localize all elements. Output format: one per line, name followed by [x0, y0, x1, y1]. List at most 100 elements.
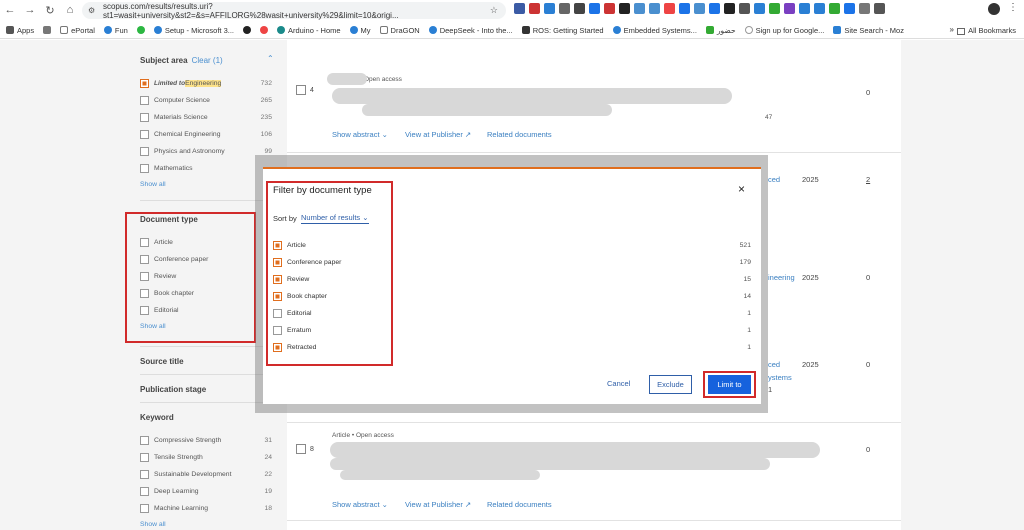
bookmark-grid[interactable] [43, 26, 52, 34]
extension-icon[interactable] [859, 3, 870, 14]
bookmark-google-signup[interactable]: Sign up for Google... [744, 26, 824, 35]
show-abstract-link[interactable]: Show abstract ⌄ [332, 130, 388, 139]
bookmark-fun[interactable]: Fun [103, 26, 128, 35]
extension-icon[interactable] [844, 3, 855, 14]
all-bookmarks[interactable]: All Bookmarks [957, 26, 1016, 35]
extension-icon[interactable] [754, 3, 765, 14]
extension-icon[interactable] [589, 3, 600, 14]
extension-icon[interactable] [784, 3, 795, 14]
subject-area-title[interactable]: Subject area Clear (1) [140, 56, 223, 65]
keyword-show-all-link[interactable]: Show all [140, 521, 166, 528]
result-checkbox[interactable] [296, 444, 306, 454]
extension-icon[interactable] [694, 3, 705, 14]
publication-stage-section[interactable]: Publication stage [140, 385, 206, 394]
source-fragment[interactable]: ced [768, 175, 780, 184]
address-bar[interactable]: ⚙ scopus.com/results/results.uri?st1=was… [82, 2, 506, 20]
show-abstract-link[interactable]: Show abstract ⌄ [332, 500, 388, 509]
extension-icon[interactable] [664, 3, 675, 14]
checkbox[interactable] [140, 453, 149, 462]
bookmark-apps[interactable]: Apps [6, 26, 34, 35]
keyword-item[interactable]: Compressive Strength 31 [140, 435, 280, 446]
bookmark-my[interactable]: My [349, 26, 371, 35]
checkbox[interactable] [140, 436, 149, 445]
checkbox[interactable] [140, 470, 149, 479]
chevron-up-icon[interactable]: ⌃ [267, 54, 274, 63]
extension-icon[interactable] [619, 3, 630, 14]
bookmark-star-icon[interactable]: ☆ [490, 5, 498, 16]
year-value: 2025 [802, 273, 819, 282]
extension-icon[interactable] [799, 3, 810, 14]
subject-show-all-link[interactable]: Show all [140, 181, 166, 188]
view-at-publisher-link[interactable]: View at Publisher ↗ [405, 130, 471, 139]
extension-icon[interactable] [634, 3, 645, 14]
source-title-section[interactable]: Source title [140, 357, 184, 366]
source-fragment[interactable]: ystems [768, 373, 792, 382]
checkbox[interactable] [140, 96, 149, 105]
extensions-puzzle-icon[interactable] [874, 3, 885, 14]
extension-icon[interactable] [514, 3, 525, 14]
extension-icon[interactable] [814, 3, 825, 14]
checkbox[interactable] [140, 79, 149, 88]
cancel-button[interactable]: Cancel [607, 379, 630, 388]
extension-icon[interactable] [679, 3, 690, 14]
back-icon[interactable]: ← [0, 0, 20, 20]
source-fragment[interactable]: ineering [768, 273, 795, 282]
citations-count[interactable]: 2 [866, 175, 870, 184]
bookmark-embedded[interactable]: Embedded Systems... [612, 26, 697, 35]
checkbox[interactable] [140, 504, 149, 513]
source-fragment[interactable]: ced [768, 360, 780, 369]
bookmark-ros[interactable]: ROS: Getting Started [521, 26, 604, 35]
checkbox[interactable] [140, 164, 149, 173]
bookmark-arduino[interactable]: Arduino - Home [277, 26, 341, 35]
bookmark-vivaldi[interactable] [260, 26, 269, 34]
extension-icon[interactable] [559, 3, 570, 14]
subject-item-materials-science[interactable]: Materials Science 235 [140, 112, 280, 123]
bookmark-deepseek[interactable]: DeepSeek - Into the... [428, 26, 513, 35]
result-checkbox[interactable] [296, 85, 306, 95]
related-documents-link[interactable]: Related documents [487, 130, 552, 139]
keyword-item[interactable]: Tensile Strength 24 [140, 452, 280, 463]
view-at-publisher-link[interactable]: View at Publisher ↗ [405, 500, 471, 509]
more-bookmarks-chevron[interactable]: » [950, 25, 954, 34]
extension-icon[interactable] [709, 3, 720, 14]
extension-icon[interactable] [739, 3, 750, 14]
subject-item-computer-science[interactable]: Computer Science 265 [140, 95, 280, 106]
bookmark-whatsapp[interactable] [136, 26, 145, 34]
related-documents-link[interactable]: Related documents [487, 500, 552, 509]
checkbox[interactable] [140, 113, 149, 122]
bookmark-setup-microsoft[interactable]: Setup - Microsoft 3... [153, 26, 234, 35]
keyword-title[interactable]: Keyword [140, 413, 174, 422]
bookmark-github[interactable] [243, 26, 252, 34]
checkbox[interactable] [140, 487, 149, 496]
extension-icon[interactable] [829, 3, 840, 14]
subject-item-engineering[interactable]: Limited to Engineering 732 [140, 78, 280, 89]
checkbox[interactable] [140, 130, 149, 139]
bookmark-dragon[interactable]: DraGON [379, 26, 420, 35]
bookmark-attendance[interactable]: حضور [705, 26, 736, 35]
checkbox[interactable] [140, 147, 149, 156]
home-icon[interactable]: ⌂ [60, 0, 80, 20]
extension-icon[interactable] [604, 3, 615, 14]
exclude-button[interactable]: Exclude [649, 375, 692, 394]
profile-avatar[interactable] [988, 3, 1000, 15]
bookmark-moz[interactable]: Site Search - Moz [833, 26, 904, 35]
extension-icon[interactable] [544, 3, 555, 14]
redacted-authors [362, 104, 612, 116]
close-icon[interactable]: × [738, 182, 745, 196]
subject-item-chemical-engineering[interactable]: Chemical Engineering 106 [140, 129, 280, 140]
reload-icon[interactable]: ↻ [40, 0, 60, 20]
keyword-item[interactable]: Sustainable Development 22 [140, 469, 280, 480]
extension-icon[interactable] [574, 3, 585, 14]
bookmark-eportal[interactable]: ePortal [60, 26, 95, 35]
keyword-item[interactable]: Machine Learning 18 [140, 503, 280, 514]
forward-icon[interactable]: → [20, 0, 40, 20]
extension-icon[interactable] [529, 3, 540, 14]
browser-menu-icon[interactable]: ⋮ [1008, 2, 1018, 13]
keyword-item[interactable]: Deep Learning 19 [140, 486, 280, 497]
clear-subject-area-link[interactable]: Clear (1) [192, 56, 223, 65]
extension-icon[interactable] [769, 3, 780, 14]
extension-icon[interactable] [649, 3, 660, 14]
apps-grid-icon [6, 26, 14, 34]
site-info-icon[interactable]: ⚙ [88, 6, 98, 16]
extension-icon[interactable] [724, 3, 735, 14]
